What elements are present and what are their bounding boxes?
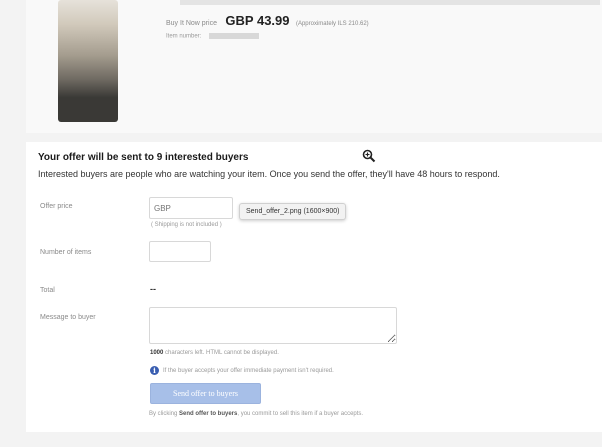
item-number-label: Item number:: [166, 33, 202, 40]
total-label: Total: [40, 287, 55, 294]
consent-note: By clicking Send offer to buyers, you co…: [149, 411, 363, 417]
price-value: GBP 43.99: [225, 13, 290, 28]
offer-form-card: [26, 142, 602, 432]
info-line: i If the buyer accepts your offer immedi…: [150, 366, 334, 375]
form-title: Your offer will be sent to 9 interested …: [38, 152, 249, 163]
consent-prefix: By clicking: [149, 411, 178, 417]
item-number-value: [209, 33, 260, 39]
consent-bold: Send offer to buyers: [179, 411, 238, 417]
offer-price-input[interactable]: [149, 197, 233, 219]
listing-title-strip: [180, 0, 600, 5]
item-number: Item number:: [166, 33, 260, 40]
offer-price-label: Offer price: [40, 203, 73, 210]
send-offer-button[interactable]: Send offer to buyers: [150, 383, 261, 404]
image-tooltip: Send_offer_2.png (1600×900): [239, 203, 347, 220]
consent-suffix: , you commit to sell this item if a buye…: [237, 411, 364, 417]
shipping-note: ( Shipping is not included ): [151, 222, 222, 228]
price-label: Buy It Now price: [166, 20, 217, 27]
info-text: If the buyer accepts your offer immediat…: [163, 367, 334, 374]
price-approx: (Approximately ILS 210.62): [295, 21, 369, 27]
number-of-items-label: Number of items: [40, 249, 92, 256]
message-label: Message to buyer: [40, 314, 96, 321]
chars-left-note: 1000 characters left. HTML cannot be dis…: [150, 350, 279, 356]
form-subtitle: Interested buyers are people who are wat…: [38, 169, 500, 179]
number-of-items-input[interactable]: [149, 241, 211, 262]
info-icon: i: [150, 366, 159, 375]
item-thumbnail: [58, 0, 118, 122]
message-input[interactable]: [149, 307, 397, 344]
total-value: --: [150, 284, 156, 294]
chars-left-text: characters left. HTML cannot be displaye…: [165, 350, 279, 356]
chars-left-count: 1000: [150, 350, 164, 356]
zoom-in-icon[interactable]: [362, 149, 376, 163]
price-line: Buy It Now price GBP 43.99 (Approximatel…: [166, 12, 369, 30]
